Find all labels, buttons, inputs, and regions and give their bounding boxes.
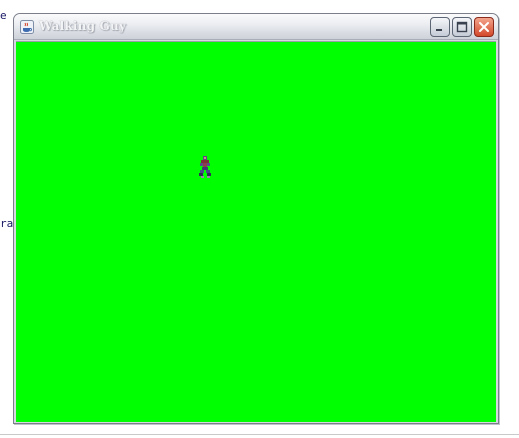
app-window: Walking Guy: [13, 13, 499, 424]
game-canvas[interactable]: [16, 41, 496, 422]
walking-guy-sprite: [198, 156, 212, 178]
maximize-button[interactable]: [452, 17, 472, 37]
window-title: Walking Guy: [39, 19, 127, 33]
java-cup-icon[interactable]: [20, 19, 34, 34]
close-button[interactable]: [474, 17, 494, 37]
minimize-button[interactable]: [430, 17, 450, 37]
background-editor-text: ra: [0, 218, 14, 230]
background-divider: [0, 434, 519, 435]
title-bar[interactable]: Walking Guy: [14, 14, 498, 40]
background-editor-text: e: [0, 10, 7, 22]
